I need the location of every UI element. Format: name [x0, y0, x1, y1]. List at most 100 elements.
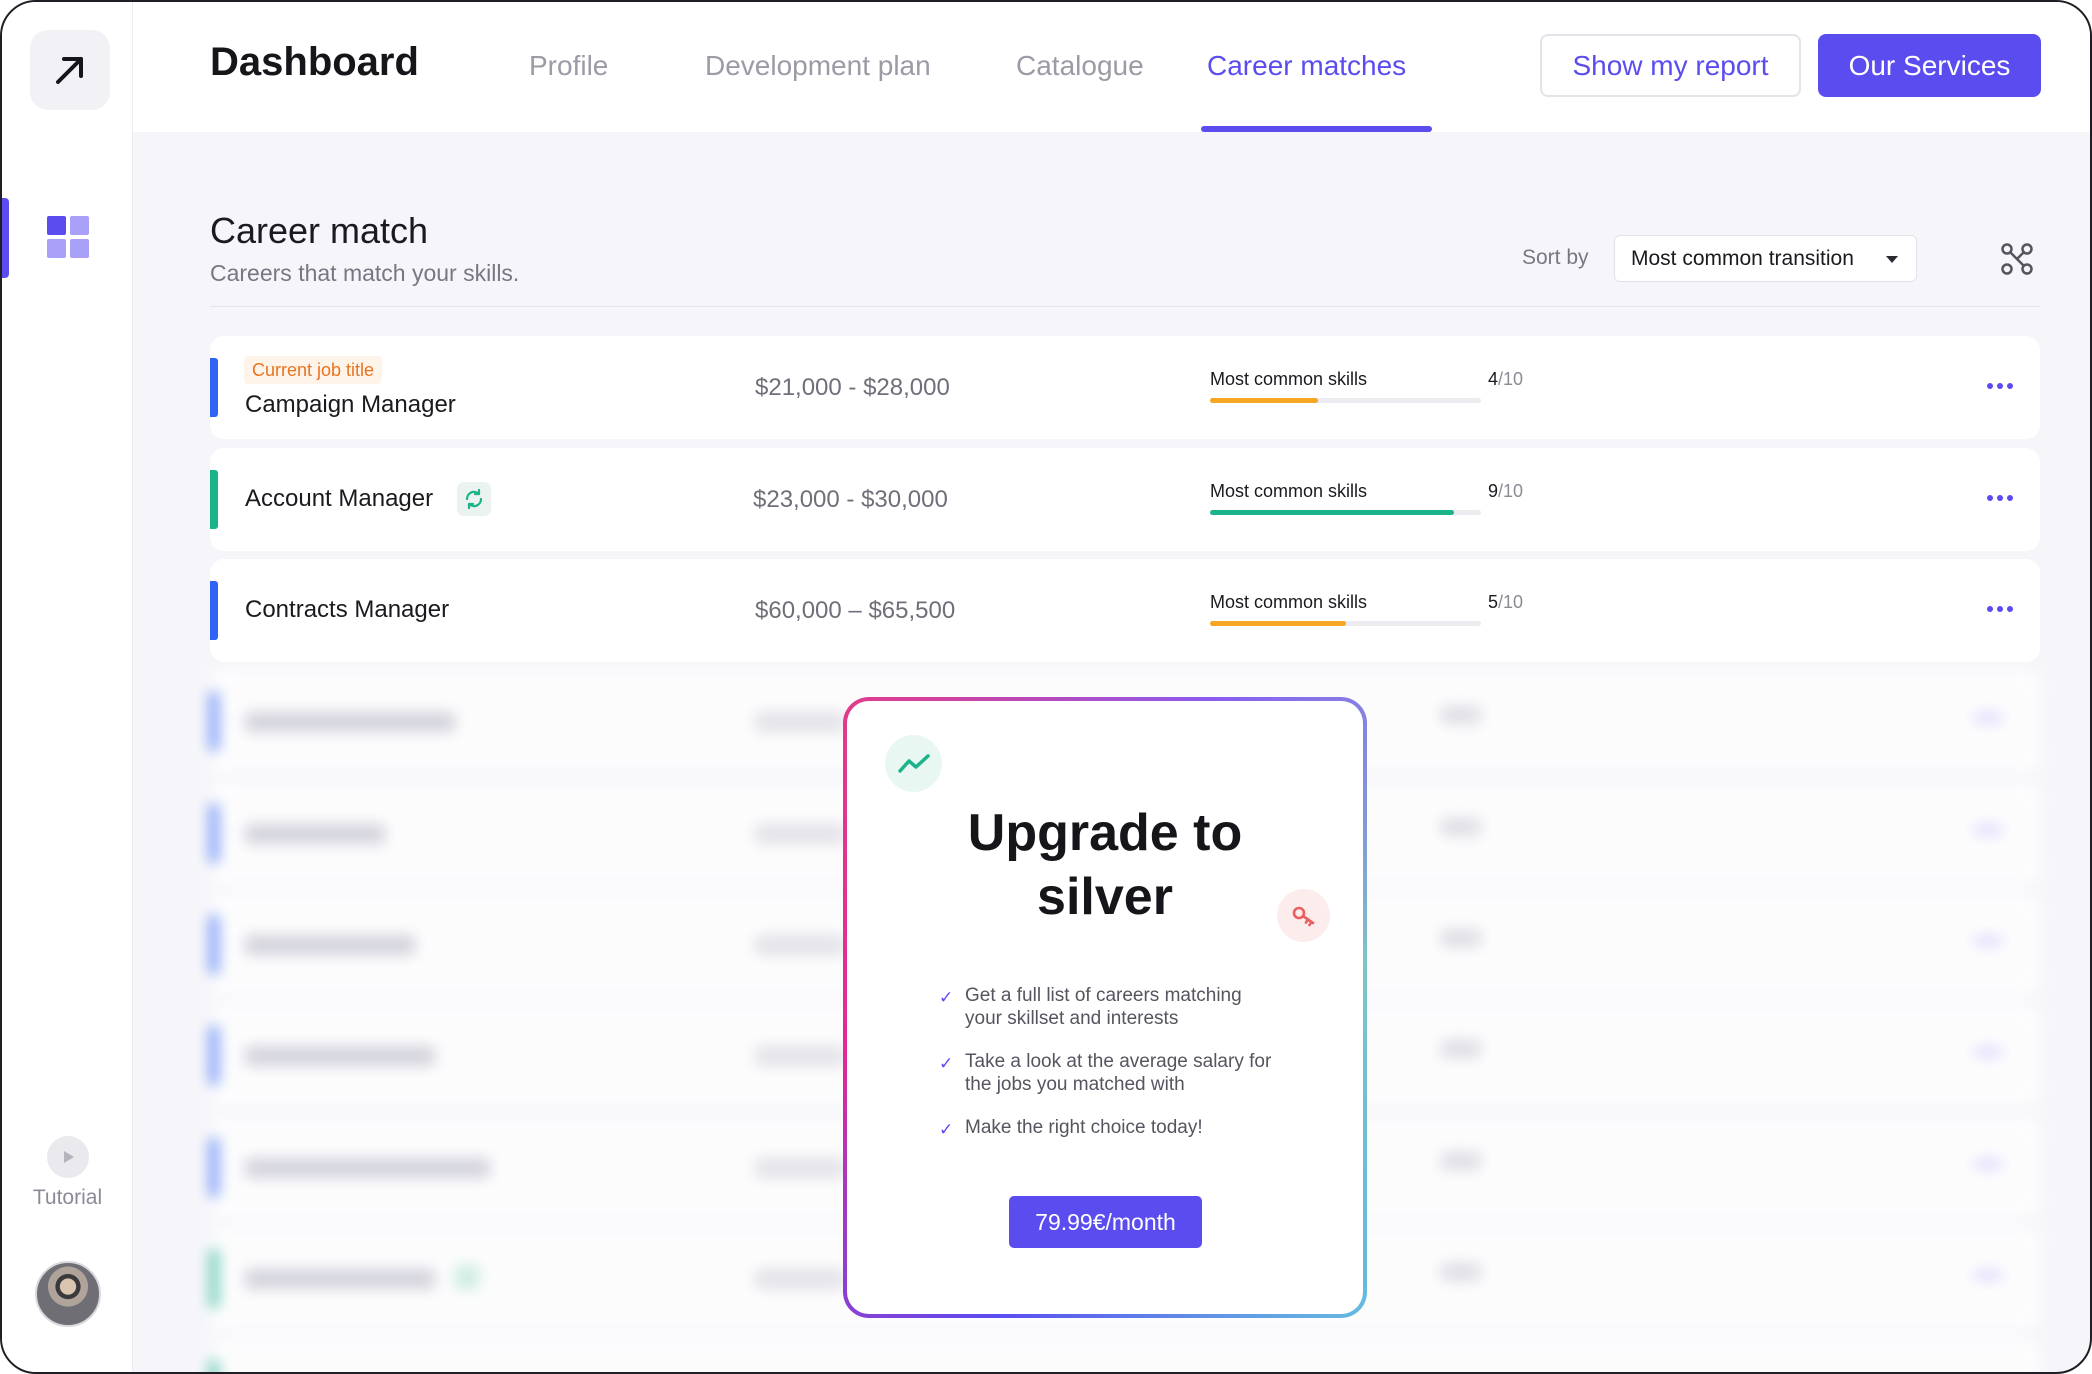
locked-career-row [210, 1338, 2040, 1372]
tab-career-matches[interactable]: Career matches [1207, 50, 1406, 82]
blurred-job-title [245, 1046, 435, 1066]
row-accent-bar [210, 1026, 218, 1085]
active-tab-underline [1201, 126, 1432, 132]
blurred-job-title [245, 1269, 435, 1289]
career-row[interactable]: Account Manager $23,000 - $30,000 Most c… [210, 448, 2040, 551]
blurred-salary [755, 1046, 845, 1066]
row-accent-bar [210, 692, 218, 751]
avatar[interactable] [35, 1261, 101, 1327]
app-frame: Tutorial Dashboard Profile Development p… [0, 0, 2092, 1374]
blurred-more [1974, 714, 2002, 722]
salary-range: $60,000 – $65,500 [755, 597, 956, 624]
career-row[interactable]: Contracts Manager $60,000 – $65,500 Most… [210, 559, 2040, 662]
skills-label: Most common skills [1210, 481, 1368, 501]
blurred-more [1974, 1160, 2002, 1168]
blurred-score [1441, 929, 1481, 947]
blurred-score [1441, 818, 1481, 836]
feature-text: Make the right choice today! [965, 1117, 1203, 1138]
nav-active-indicator [2, 198, 9, 278]
skills-score: 4/10 [1443, 369, 1523, 390]
blurred-salary [755, 824, 845, 844]
blurred-more [1974, 826, 2002, 834]
blurred-salary [755, 712, 845, 732]
upgrade-modal: Upgrade to silver ✓ Get a full list of c… [843, 697, 1367, 1318]
skills-score-denominator: /10 [1497, 592, 1523, 612]
blurred-score [1441, 1040, 1481, 1058]
blurred-job-title [245, 935, 415, 955]
skills-score: 5/10 [1443, 592, 1523, 613]
arrow-up-right-icon [56, 57, 83, 84]
row-accent-bar [210, 581, 218, 640]
tab-profile[interactable]: Profile [529, 50, 608, 82]
network-icon[interactable] [2000, 242, 2034, 276]
caret-down-icon [1886, 256, 1898, 263]
more-options-icon[interactable] [1980, 374, 2020, 398]
upgrade-modal-card: Upgrade to silver ✓ Get a full list of c… [847, 701, 1363, 1314]
subscribe-price-button[interactable]: 79.99€/month [1009, 1196, 1202, 1248]
blurred-more [1974, 937, 2002, 945]
trending-up-icon [885, 735, 942, 792]
skills-score-denominator: /10 [1497, 369, 1523, 389]
blurred-score [1441, 706, 1481, 724]
feature-text: Take a look at the average salary for th… [965, 1051, 1272, 1095]
blurred-salary [755, 935, 845, 955]
blurred-more [1974, 1048, 2002, 1056]
blurred-score [1441, 1263, 1481, 1281]
feature-text: Get a full list of careers matching your… [965, 985, 1242, 1029]
tab-development-plan[interactable]: Development plan [705, 50, 931, 82]
blurred-salary [755, 1158, 845, 1178]
row-accent-bar [210, 358, 218, 417]
feature-item: ✓ Make the right choice today! [939, 1116, 1279, 1139]
more-options-icon[interactable] [1980, 597, 2020, 621]
tutorial-button[interactable]: Tutorial [2, 1136, 133, 1210]
blurred-job-title [245, 824, 385, 844]
salary-range: $21,000 - $28,000 [755, 374, 950, 401]
blurred-more [1974, 1271, 2002, 1279]
skills-label: Most common skills [1210, 369, 1368, 389]
career-row[interactable]: Current job title Campaign Manager $21,0… [210, 336, 2040, 439]
job-title: Contracts Manager [245, 596, 450, 623]
grid-icon[interactable] [47, 216, 89, 258]
sort-label: Sort by [1522, 246, 1589, 269]
job-title: Account Manager [245, 485, 434, 512]
sort-dropdown[interactable]: Most common transition [1614, 235, 1917, 282]
upgrade-headline-line-2: silver [1037, 868, 1173, 926]
row-accent-bar [210, 1138, 218, 1197]
upgrade-headline: Upgrade to silver [847, 801, 1363, 929]
logo[interactable] [30, 30, 110, 110]
tab-catalogue[interactable]: Catalogue [1016, 50, 1144, 82]
check-icon: ✓ [939, 1120, 954, 1139]
salary-range: $23,000 - $30,000 [753, 486, 948, 513]
blurred-job-title [245, 712, 455, 732]
skills-score-value: 4 [1487, 369, 1498, 389]
blurred-badge [455, 1265, 479, 1289]
skills-progress [1210, 510, 1481, 515]
skills-label: Most common skills [1210, 592, 1368, 612]
page-title: Dashboard [210, 40, 419, 84]
blurred-salary [755, 1269, 845, 1289]
our-services-button[interactable]: Our Services [1818, 34, 2041, 97]
skills-score: 9/10 [1443, 481, 1523, 502]
skills-progress-fill [1210, 510, 1454, 515]
check-icon: ✓ [939, 1054, 954, 1073]
feature-item: ✓ Get a full list of careers matching yo… [939, 984, 1279, 1030]
skills-progress [1210, 398, 1481, 403]
current-job-tag: Current job title [244, 356, 383, 384]
row-accent-bar [210, 1360, 218, 1372]
skills-progress-fill [1210, 398, 1319, 403]
skills-progress-fill [1210, 621, 1346, 626]
blurred-job-title [245, 1158, 490, 1178]
show-report-button[interactable]: Show my report [1540, 34, 1801, 97]
top-header: Dashboard Profile Development plan Catal… [133, 2, 2090, 132]
sidebar: Tutorial [2, 2, 133, 1372]
row-accent-bar [210, 804, 218, 863]
blurred-score [1441, 1152, 1481, 1170]
section-title: Career match [210, 210, 429, 251]
transition-sync-icon [457, 482, 491, 516]
sort-value: Most common transition [1631, 246, 1854, 270]
skills-progress [1210, 621, 1481, 626]
section-subtitle: Careers that match your skills. [210, 260, 520, 286]
feature-list: ✓ Get a full list of careers matching yo… [939, 984, 1279, 1159]
more-options-icon[interactable] [1980, 486, 2020, 510]
section-divider [210, 306, 2040, 307]
